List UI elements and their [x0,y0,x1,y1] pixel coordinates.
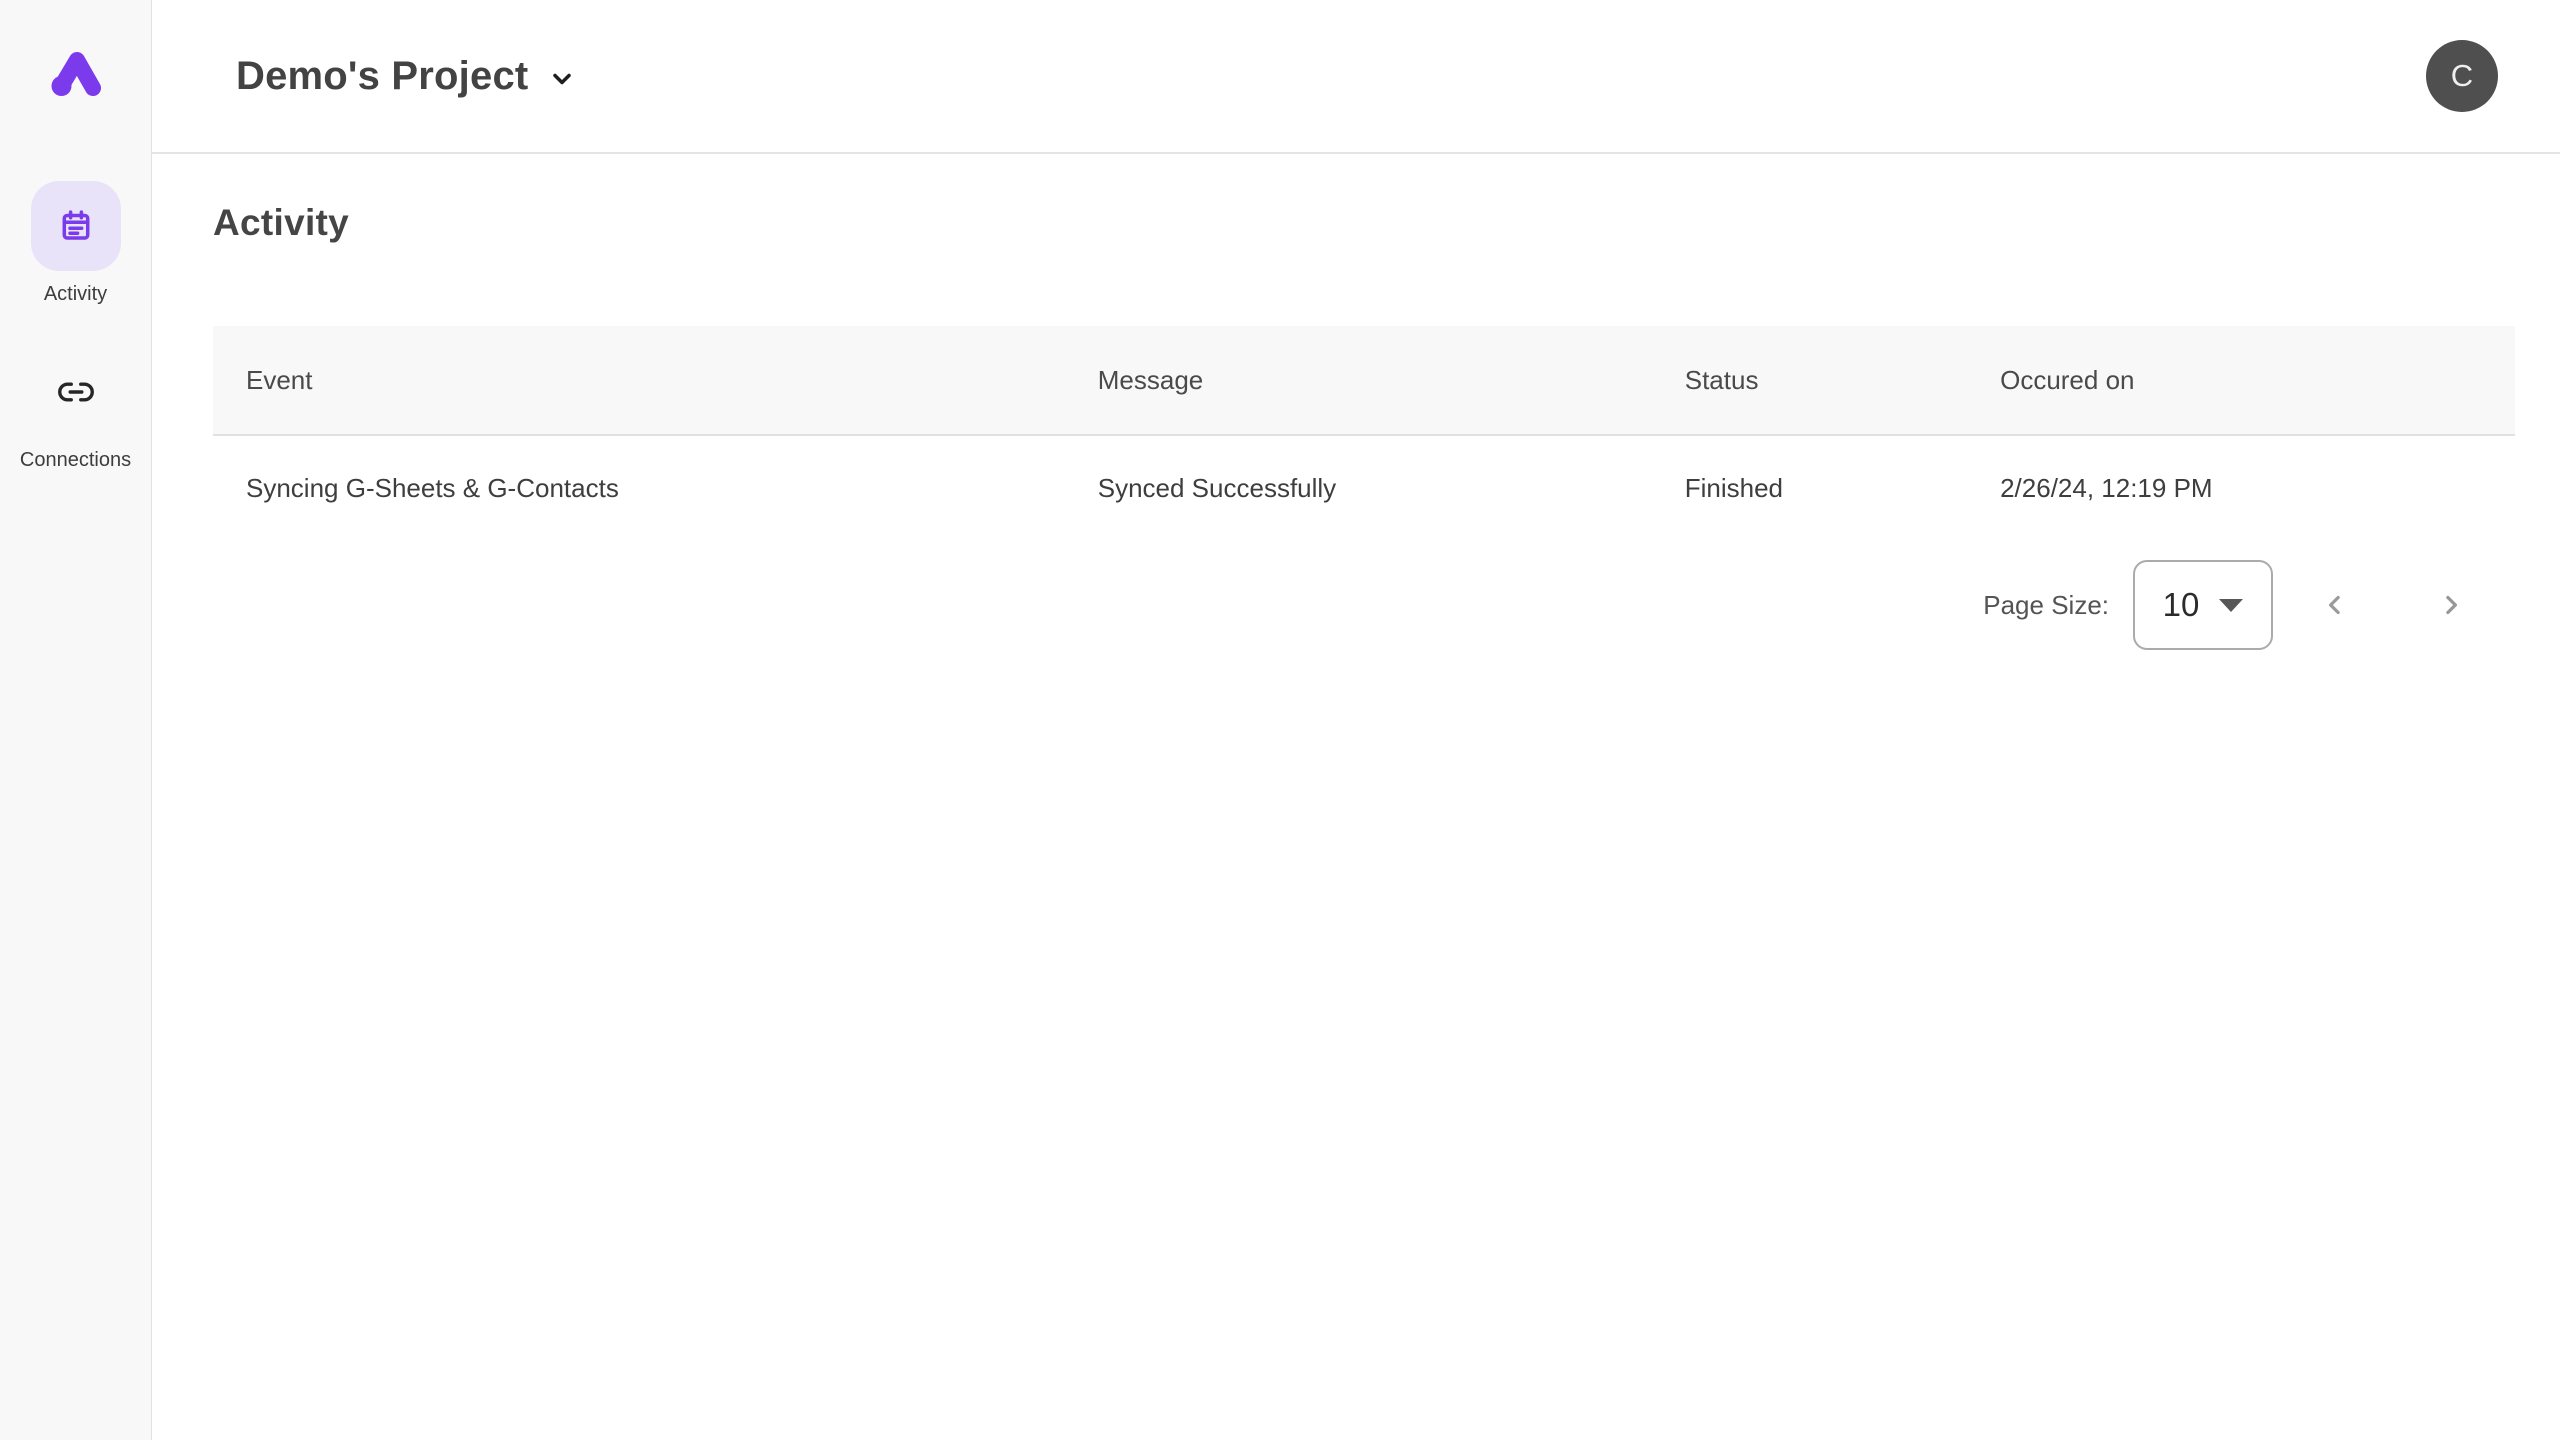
cell-message: Synced Successfully [1065,435,1652,540]
next-page-button[interactable] [2429,583,2473,627]
cell-occurred-on: 2/26/24, 12:19 PM [1967,435,2515,540]
column-header-event: Event [213,326,1065,435]
table-row: Syncing G-Sheets & G-Contacts Synced Suc… [213,435,2515,540]
activity-page: Activity Event Message Status Occured on… [152,154,2560,650]
page-size-select[interactable]: 10 [2133,560,2273,650]
sidebar-item-activity[interactable]: Activity [31,181,121,305]
column-header-status: Status [1652,326,1967,435]
cell-status: Finished [1652,435,1967,540]
avatar-initial: C [2451,58,2473,94]
chevron-left-icon [2320,590,2350,620]
column-header-message: Message [1065,326,1652,435]
table-header-row: Event Message Status Occured on [213,326,2515,435]
link-icon [57,381,95,403]
main-area: Demo's Project C Activity Event Message [152,0,2560,1440]
pagination: Page Size: 10 [213,560,2515,650]
sidebar-item-label: Connections [20,449,131,471]
page-size-value: 10 [2163,586,2200,624]
chevron-right-icon [2436,590,2466,620]
calendar-icon [57,207,95,245]
logo-icon [51,46,101,96]
page-size-label: Page Size: [1983,590,2109,621]
app-logo [51,45,101,97]
activity-table: Event Message Status Occured on Syncing … [213,326,2515,540]
page-title: Activity [213,202,2515,244]
sidebar-item-label: Activity [44,283,107,305]
app-root: Activity Connections Demo's Project [0,0,2560,1440]
sidebar-nav: Activity Connections [20,181,131,471]
caret-down-icon [2219,599,2243,612]
sidebar-item-connections[interactable]: Connections [20,347,131,471]
chevron-down-icon [548,65,576,93]
cell-event: Syncing G-Sheets & G-Contacts [213,435,1065,540]
topbar: Demo's Project C [152,0,2560,154]
activity-icon-tile [31,181,121,271]
project-selector[interactable]: Demo's Project [236,54,576,99]
avatar[interactable]: C [2426,40,2498,112]
connections-icon-tile [31,347,121,437]
prev-page-button[interactable] [2313,583,2357,627]
project-name: Demo's Project [236,54,528,99]
column-header-occured-on: Occured on [1967,326,2515,435]
sidebar: Activity Connections [0,0,152,1440]
